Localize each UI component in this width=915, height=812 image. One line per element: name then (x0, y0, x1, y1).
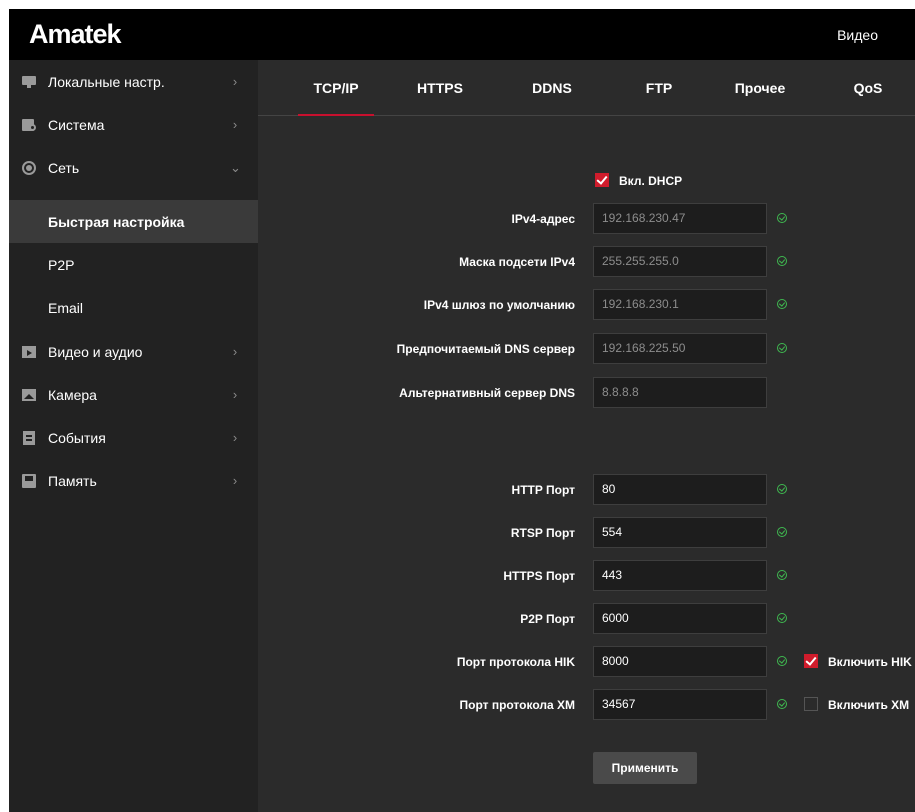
tab-bar: TCP/IP HTTPS DDNS FTP Прочее QoS (258, 60, 915, 116)
tab-qos[interactable]: QoS (838, 60, 898, 115)
xm-port-label: Порт протокола XM (459, 698, 575, 712)
monitor-icon (22, 75, 36, 89)
tab-ddns[interactable]: DDNS (520, 60, 584, 115)
chevron-down-icon: ⌄ (230, 159, 241, 175)
sidebar-item-label: События (48, 429, 106, 446)
sidebar-item-camera[interactable]: Камера › (9, 373, 258, 416)
ipv4-address-label: IPv4-адрес (511, 212, 576, 226)
sidebar-item-label: Камера (48, 386, 97, 403)
subnet-mask-field[interactable]: 255.255.255.0 (593, 246, 767, 277)
sidebar-item-label: Система (48, 116, 105, 133)
sidebar-item-local-settings[interactable]: Локальные настр. › (9, 60, 258, 103)
sidebar-item-network[interactable]: Сеть ⌄ (9, 146, 258, 189)
sidebar-item-video-audio[interactable]: Видео и аудио › (9, 330, 258, 373)
valid-check-icon (777, 699, 787, 709)
subnet-mask-label: Маска подсети IPv4 (459, 255, 575, 269)
dns-primary-label: Предпочитаемый DNS сервер (396, 342, 575, 356)
xm-port-field[interactable]: 34567 (593, 689, 767, 720)
valid-check-icon (777, 570, 787, 580)
enable-hik-label: Включить HIK (828, 655, 912, 669)
tab-https[interactable]: HTTPS (410, 60, 470, 115)
camera-icon (22, 388, 36, 402)
sidebar: Локальные настр. › Система › Сеть ⌄ Быст… (9, 60, 258, 812)
top-bar: Amatek Видео (9, 9, 915, 60)
valid-check-icon (777, 484, 787, 494)
ipv4-address-field[interactable]: 192.168.230.47 (593, 203, 767, 234)
valid-check-icon (777, 613, 787, 623)
nav-video-link[interactable]: Видео (837, 27, 878, 43)
sidebar-item-system[interactable]: Система › (9, 103, 258, 146)
http-port-field[interactable]: 80 (593, 474, 767, 505)
sidebar-item-label: Видео и аудио (48, 343, 143, 360)
storage-icon (22, 473, 36, 488)
valid-check-icon (777, 256, 787, 266)
enable-xm-label: Включить XM (828, 698, 910, 712)
dns-alt-field[interactable]: 8.8.8.8 (593, 377, 767, 408)
valid-check-icon (777, 299, 787, 309)
sidebar-item-label: Локальные настр. (48, 73, 165, 90)
enable-hik-checkbox[interactable] (804, 654, 818, 668)
sidebar-subitem-quick-setup[interactable]: Быстрая настройка (9, 200, 258, 243)
https-port-field[interactable]: 443 (593, 560, 767, 591)
sidebar-subitem-email[interactable]: Email (9, 286, 258, 329)
dhcp-checkbox[interactable] (595, 173, 609, 187)
sidebar-item-label: Память (48, 472, 97, 489)
valid-check-icon (777, 527, 787, 537)
sidebar-item-label: Сеть (48, 159, 80, 176)
valid-check-icon (777, 343, 787, 353)
system-icon (22, 118, 36, 132)
gateway-label: IPv4 шлюз по умолчанию (423, 298, 575, 312)
sidebar-item-storage[interactable]: Память › (9, 459, 258, 502)
tab-other[interactable]: Прочее (722, 60, 798, 115)
chevron-right-icon: › (232, 430, 238, 445)
sidebar-item-events[interactable]: События › (9, 416, 258, 459)
apply-button[interactable]: Применить (593, 752, 697, 784)
video-icon (22, 345, 36, 359)
events-icon (22, 430, 36, 445)
chevron-right-icon: › (232, 74, 238, 89)
chevron-right-icon: › (232, 344, 238, 359)
p2p-port-label: P2P Порт (520, 612, 575, 626)
rtsp-port-label: RTSP Порт (510, 526, 575, 540)
hik-port-field[interactable]: 8000 (593, 646, 767, 677)
dns-primary-field[interactable]: 192.168.225.50 (593, 333, 767, 364)
chevron-right-icon: › (232, 117, 238, 132)
logo: Amatek (29, 19, 122, 49)
network-icon (22, 160, 36, 175)
chevron-right-icon: › (232, 473, 238, 488)
valid-check-icon (777, 213, 787, 223)
dns-alt-label: Альтернативный сервер DNS (399, 386, 575, 400)
http-port-label: HTTP Порт (511, 483, 575, 497)
https-port-label: HTTPS Порт (503, 569, 575, 583)
dhcp-label: Вкл. DHCP (619, 174, 683, 188)
tab-tcpip[interactable]: TCP/IP (298, 60, 374, 116)
rtsp-port-field[interactable]: 554 (593, 517, 767, 548)
chevron-right-icon: › (232, 387, 238, 402)
sidebar-subitem-p2p[interactable]: P2P (9, 243, 258, 286)
tab-ftp[interactable]: FTP (634, 60, 684, 115)
enable-xm-checkbox[interactable] (804, 697, 818, 711)
hik-port-label: Порт протокола HIK (456, 655, 575, 669)
gateway-field[interactable]: 192.168.230.1 (593, 289, 767, 320)
app-window: Amatek Видео Локальные настр. › Система … (9, 9, 915, 812)
p2p-port-field[interactable]: 6000 (593, 603, 767, 634)
valid-check-icon (777, 656, 787, 666)
